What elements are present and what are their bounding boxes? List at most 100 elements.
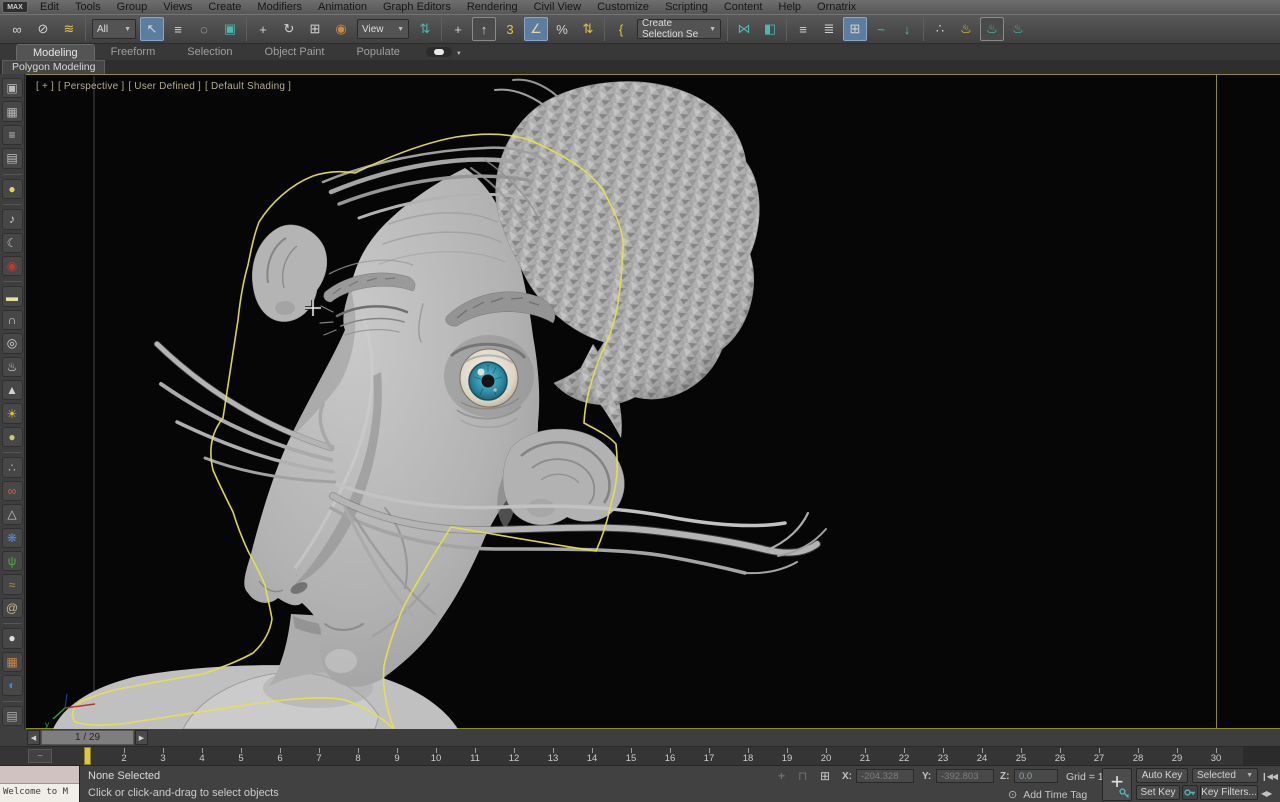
menu-item-ornatrix[interactable]: Ornatrix	[809, 0, 864, 14]
align-icon[interactable]: ◧	[758, 17, 782, 41]
select-and-move-icon[interactable]: +	[251, 17, 275, 41]
use-center-icon[interactable]: ⇅	[413, 17, 437, 41]
character-model[interactable]	[53, 80, 826, 729]
app-logo[interactable]: MAX	[2, 1, 28, 13]
menu-item-help[interactable]: Help	[770, 0, 809, 14]
x-coordinate-field[interactable]: -204.328	[856, 769, 914, 783]
menu-item-modifiers[interactable]: Modifiers	[249, 0, 310, 14]
window-crossing-toggle-icon[interactable]: ▣	[218, 17, 242, 41]
menu-item-rendering[interactable]: Rendering	[459, 0, 526, 14]
mirror-icon[interactable]: ⋈	[732, 17, 756, 41]
viewport[interactable]: y [ + ][ Perspective ][ User Defined ][ …	[26, 74, 1280, 729]
viewport-canvas[interactable]: y	[33, 76, 1216, 729]
rendered-frame-window-icon[interactable]: ♨	[980, 17, 1004, 41]
display-icon[interactable]: ▦	[2, 101, 23, 121]
ribbon-minimize-button[interactable]	[426, 47, 452, 57]
key-filters-button[interactable]: Key Filters...	[1200, 785, 1258, 800]
menu-item-group[interactable]: Group	[109, 0, 156, 14]
list-icon[interactable]: ≡	[2, 125, 23, 145]
current-frame-marker[interactable]	[84, 747, 91, 765]
sphere-icon[interactable]: ●	[2, 628, 23, 648]
grid-panel-icon[interactable]: ▦	[2, 652, 23, 672]
selection-lock-icon[interactable]: ⊓	[798, 769, 807, 783]
previous-frame-button[interactable]: ◀	[27, 730, 40, 745]
geosphere-icon[interactable]: ●	[2, 427, 23, 447]
y-coordinate-field[interactable]: -392.803	[936, 769, 994, 783]
shaded-sphere-icon[interactable]: ◐	[2, 675, 23, 695]
menu-item-customize[interactable]: Customize	[589, 0, 657, 14]
menu-item-graph-editors[interactable]: Graph Editors	[375, 0, 459, 14]
sound-icon[interactable]: ♪	[2, 209, 23, 229]
listener-macro-pane[interactable]	[0, 766, 79, 784]
viewport-label-segment-2[interactable]: [ User Defined ]	[128, 81, 201, 92]
viewport-label-segment-1[interactable]: [ Perspective ]	[58, 81, 124, 92]
scene-dialog-icon[interactable]: ▣	[2, 78, 23, 98]
track-bar[interactable]: ~ 23456789101112131415161718192021222324…	[0, 746, 1280, 765]
time-slider-handle[interactable]: 1 / 29	[41, 730, 134, 745]
ribbon-toggle-icon[interactable]: ⊞	[843, 17, 867, 41]
auto-key-button[interactable]: Auto Key	[1136, 768, 1188, 783]
set-key-button[interactable]: Set Key	[1136, 785, 1180, 800]
camera-icon[interactable]: ◉	[2, 256, 23, 276]
selection-filter-dropdown[interactable]: All▼	[92, 19, 136, 39]
tab-freeform[interactable]: Freeform	[95, 44, 172, 60]
menu-item-content[interactable]: Content	[716, 0, 771, 14]
listener-output-pane[interactable]: Welcome to M	[0, 784, 79, 802]
book-icon[interactable]: ▤	[2, 706, 23, 726]
select-and-manipulate-icon[interactable]: +	[446, 17, 470, 41]
set-keys-button[interactable]: +	[1102, 768, 1132, 801]
key-mode-icon[interactable]	[1182, 785, 1198, 800]
absolute-mode-icon[interactable]: ⊞	[820, 769, 830, 783]
coordinate-system-dropdown[interactable]: View▼	[357, 19, 409, 39]
table-icon[interactable]: ▤	[2, 148, 23, 168]
tab-modeling[interactable]: Modeling	[16, 44, 95, 60]
mini-curve-editor-button[interactable]: ~	[28, 749, 52, 763]
sun-icon[interactable]: ☀	[2, 403, 23, 423]
percent-snap-icon[interactable]: %	[550, 17, 574, 41]
menu-item-tools[interactable]: Tools	[67, 0, 109, 14]
scene-explorer-icon[interactable]: ≣	[817, 17, 841, 41]
select-and-rotate-icon[interactable]: ↻	[277, 17, 301, 41]
z-coordinate-field[interactable]: 0.0	[1014, 769, 1058, 783]
select-and-scale-icon[interactable]: ⊞	[303, 17, 327, 41]
angle-snap-icon[interactable]: ∠	[524, 17, 548, 41]
menu-item-civil-view[interactable]: Civil View	[526, 0, 589, 14]
select-and-place-icon[interactable]: ◉	[329, 17, 353, 41]
bind-to-space-warp-icon[interactable]: ≋	[57, 17, 81, 41]
unlink-selection-icon[interactable]: ⊘	[31, 17, 55, 41]
schematic-view-icon[interactable]: ↓	[895, 17, 919, 41]
polygon-modeling-panel-tab[interactable]: Polygon Modeling	[2, 60, 105, 74]
layer-explorer-icon[interactable]: ≡	[791, 17, 815, 41]
tab-object-paint[interactable]: Object Paint	[249, 44, 341, 60]
named-selection-set-dropdown[interactable]: Create Selection Se▼	[637, 19, 721, 39]
maxscript-mini-listener[interactable]: Welcome to M	[0, 766, 80, 802]
selection-set-dropdown[interactable]: Selected▼	[1192, 768, 1258, 783]
plane-icon[interactable]: ▬	[2, 286, 23, 306]
isolate-selection-icon[interactable]: +	[778, 769, 785, 783]
edit-named-selection-sets-icon[interactable]: {	[609, 17, 633, 41]
viewport-divider[interactable]	[1216, 75, 1217, 728]
menu-item-views[interactable]: Views	[155, 0, 200, 14]
molecule-icon[interactable]: ∞	[2, 481, 23, 501]
select-object-icon[interactable]: ↖	[140, 17, 164, 41]
add-time-tag[interactable]: ⊙Add Time Tag	[1008, 788, 1087, 801]
time-slider-row[interactable]: ◀ 1 / 29 ▶	[0, 729, 1280, 746]
spinner-snap-icon[interactable]: ⇅	[576, 17, 600, 41]
bird-icon[interactable]: ≈	[2, 574, 23, 594]
viewport-label-segment-0[interactable]: [ + ]	[36, 81, 54, 92]
dome-icon[interactable]: ∩	[2, 310, 23, 330]
menu-item-create[interactable]: Create	[200, 0, 249, 14]
render-production-icon[interactable]: ♨	[1006, 17, 1030, 41]
pyramid-icon[interactable]: △	[2, 504, 23, 524]
cone-icon[interactable]: ▲	[2, 380, 23, 400]
tab-populate[interactable]: Populate	[340, 44, 415, 60]
teapot-icon[interactable]: ♨	[2, 357, 23, 377]
menu-item-animation[interactable]: Animation	[310, 0, 375, 14]
grass-icon[interactable]: ψ	[2, 551, 23, 571]
torus-icon[interactable]: ◎	[2, 333, 23, 353]
menu-item-edit[interactable]: Edit	[32, 0, 67, 14]
render-setup-icon[interactable]: ♨	[954, 17, 978, 41]
keyboard-override-icon[interactable]: ↑	[472, 17, 496, 41]
select-by-name-icon[interactable]: ≡	[166, 17, 190, 41]
light-icon[interactable]: ●	[2, 179, 23, 199]
